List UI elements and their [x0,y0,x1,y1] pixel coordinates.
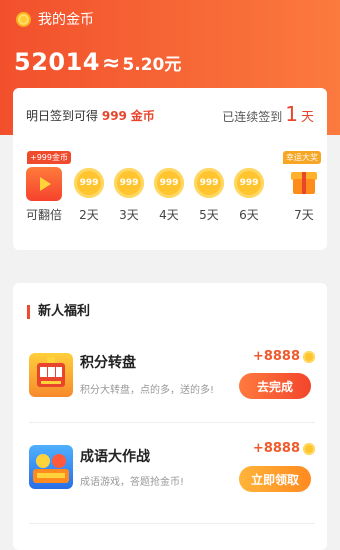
gift-box-icon [291,168,317,194]
go-complete-button[interactable]: 去完成 [239,373,311,399]
task-name: 成语大作战 [80,449,150,465]
streak-unit: 天 [300,110,314,125]
idiom-game-icon [29,445,73,489]
page-title: 我的金币 [38,12,94,28]
balance-yuan: 5.20元 [122,55,182,75]
section-title: 新人福利 [27,305,90,319]
play-icon [40,177,51,191]
day-6-coin: 999 [234,168,264,198]
tomorrow-amount: 999 [101,109,127,123]
day-5-coin: 999 [194,168,224,198]
task-desc: 积分大转盘，点的多，送的多! [80,385,215,396]
approx-sign: ≈ [102,51,121,76]
coin-balance: 52014 ≈ 5.20元 [14,48,181,76]
video-double-button[interactable] [26,167,62,201]
day-4-label: 4天 [159,208,179,222]
day-4-coin: 999 [154,168,184,198]
claim-now-button[interactable]: 立即领取 [239,466,311,492]
balance-coins: 52014 [14,48,100,76]
title-row: 我的金币 [16,9,94,29]
task-name: 积分转盘 [80,355,136,371]
task-lucky-wheel: 积分转盘 积分大转盘，点的多，送的多! +8888 去完成 [13,339,327,431]
double-label: 可翻倍 [25,208,62,222]
coin-icon: 999 [154,168,184,198]
day-7-label: 7天 [294,208,314,222]
slot-machine-icon [29,353,73,397]
coin-icon: 999 [194,168,224,198]
newcomer-welfare-card: 新人福利 积分转盘 积分大转盘，点的多，送的多! +8888 去完成 成语大作战… [13,283,327,550]
tomorrow-unit: 金币 [130,109,155,123]
divider [29,422,315,423]
day-6-label: 6天 [239,208,259,222]
streak-text: 已连续签到 1 天 [222,102,314,126]
tomorrow-prefix: 明日签到可得 [26,109,99,123]
signin-card: 明日签到可得 999 金币 已连续签到 1 天 +999金币 可翻倍 999 2… [13,88,327,250]
day-3-label: 3天 [119,208,139,222]
lucky-prize-badge: 幸运大奖 [283,151,321,164]
day-2-label: 2天 [79,208,99,222]
coin-icon: 999 [114,168,144,198]
divider [29,523,315,524]
coin-icon [303,442,315,455]
task-idiom-battle: 成语大作战 成语游戏，答题抢金币! +8888 立即领取 [13,431,327,523]
day-2-coin: 999 [74,168,104,198]
coin-icon: 999 [74,168,104,198]
tomorrow-reward-text: 明日签到可得 999 金币 [26,107,155,124]
double-reward-badge: +999金币 [27,151,71,164]
task-desc: 成语游戏，答题抢金币! [80,477,185,488]
reward-amount: +8888 [252,441,300,456]
task-reward: +8888 [253,349,315,364]
streak-days: 1 [285,102,298,126]
day-5-label: 5天 [199,208,219,222]
day-3-coin: 999 [114,168,144,198]
gold-coin-icon [16,11,31,27]
coin-icon: 999 [234,168,264,198]
reward-amount: +8888 [252,349,300,364]
task-reward: +8888 [253,441,315,456]
coin-icon [303,350,315,363]
streak-prefix: 已连续签到 [222,110,283,124]
